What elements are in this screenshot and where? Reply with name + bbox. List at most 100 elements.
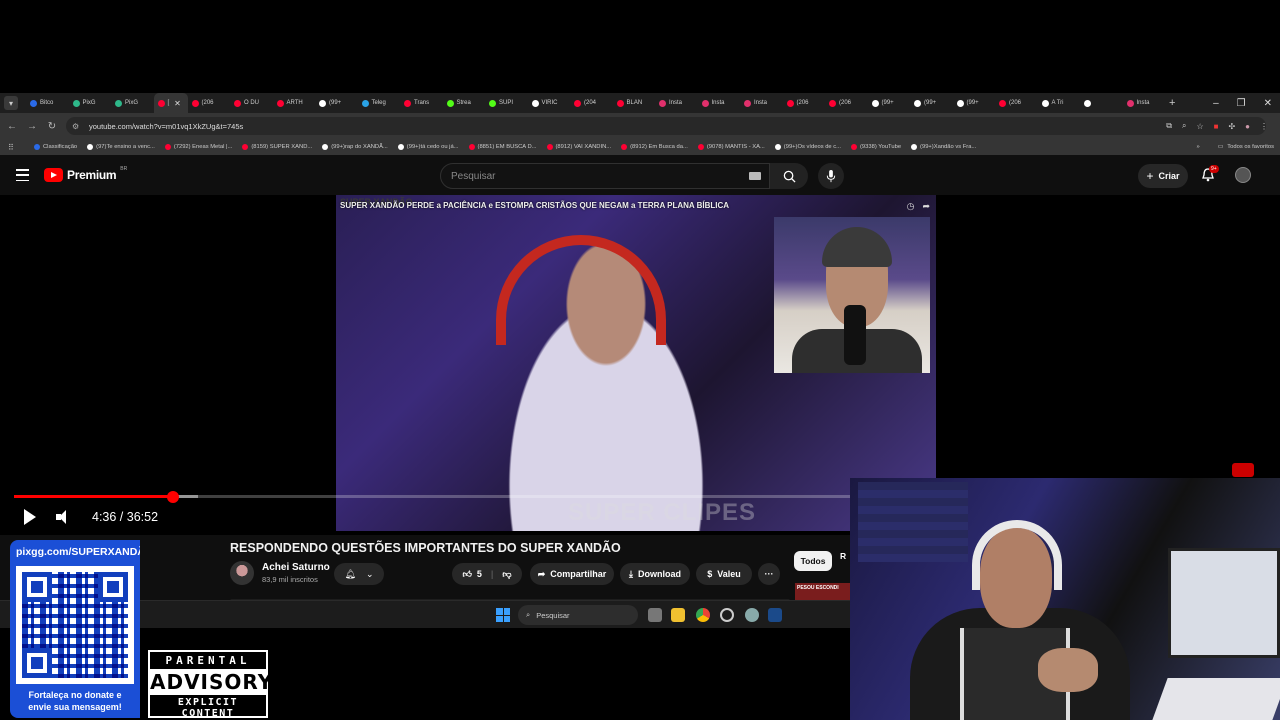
- steam-icon[interactable]: [768, 608, 782, 622]
- bookmark-item[interactable]: (99+)rap do XANDÃ...: [322, 144, 388, 150]
- menu-hamburger-icon[interactable]: [16, 169, 29, 181]
- maximize-icon[interactable]: ❐: [1237, 98, 1246, 109]
- browser-tab[interactable]: Trans: [400, 93, 443, 113]
- url-field[interactable]: ⚙ youtube.com/watch?v=m01vq1XkZUg&t=745s: [66, 117, 1266, 135]
- star-icon[interactable]: ☆: [1196, 122, 1203, 131]
- voice-search-button[interactable]: [818, 163, 844, 189]
- youtube-logo[interactable]: Premium BR: [44, 166, 127, 182]
- progress-bar[interactable]: [14, 490, 852, 503]
- bookmark-item[interactable]: (8159) SUPER XAND...: [242, 144, 312, 150]
- search-button[interactable]: [770, 163, 808, 189]
- settings-icon[interactable]: [745, 608, 759, 622]
- download-button[interactable]: ⤓ Download: [620, 563, 690, 585]
- browser-tab[interactable]: (206: [783, 93, 826, 113]
- back-icon[interactable]: ←: [2, 121, 22, 132]
- chrome-icon[interactable]: [696, 608, 710, 622]
- minimize-icon[interactable]: –: [1213, 98, 1219, 109]
- browser-tab[interactable]: A Tri: [1038, 93, 1081, 113]
- keyboard-icon[interactable]: [749, 172, 761, 180]
- browser-tab[interactable]: [1080, 93, 1123, 113]
- browser-tab[interactable]: (206: [995, 93, 1038, 113]
- channel-avatar[interactable]: [230, 561, 254, 585]
- apps-icon[interactable]: ⠿: [8, 143, 22, 152]
- forward-icon[interactable]: →: [22, 121, 42, 132]
- volume-icon[interactable]: [56, 510, 72, 524]
- bookmark-item[interactable]: (99+)Os vídeos de c...: [774, 144, 841, 150]
- close-window-icon[interactable]: ✕: [1264, 98, 1272, 109]
- bookmark-item[interactable]: (8912) VAI XANDIN...: [546, 144, 611, 150]
- browser-tab[interactable]: (206: [188, 93, 231, 113]
- search-input[interactable]: Pesquisar: [440, 163, 770, 189]
- all-bookmarks[interactable]: » ▭ Todos os favoritos: [1197, 139, 1274, 155]
- taskbar-search[interactable]: ⌕ Pesquisar: [518, 605, 638, 625]
- site-info-icon[interactable]: ⚙: [72, 122, 81, 131]
- browser-tab[interactable]: Insta: [655, 93, 698, 113]
- browser-tab[interactable]: (206: [825, 93, 868, 113]
- browser-tab[interactable]: Teleg: [358, 93, 401, 113]
- browser-tab[interactable]: Strea: [443, 93, 486, 113]
- bookmark-item[interactable]: (9338) YouTube: [851, 144, 901, 150]
- reload-icon[interactable]: ↻: [42, 121, 62, 132]
- browser-tab[interactable]: PixG: [69, 93, 112, 113]
- browser-tab[interactable]: SUPI: [485, 93, 528, 113]
- browser-tab[interactable]: [✕: [153, 93, 188, 113]
- app-icon[interactable]: [720, 608, 734, 622]
- windows-start-icon[interactable]: [496, 608, 510, 622]
- watch-later-icon[interactable]: ◷: [907, 201, 915, 212]
- browser-tab[interactable]: Bitco: [26, 93, 69, 113]
- browser-tab[interactable]: (99+: [868, 93, 911, 113]
- browser-tab[interactable]: Insta: [698, 93, 741, 113]
- account-avatar[interactable]: [1235, 167, 1251, 183]
- browser-tab[interactable]: (99+: [910, 93, 953, 113]
- bookmark-item[interactable]: (99+)tá cedo ou já...: [397, 144, 459, 150]
- plus-icon: +: [1146, 169, 1154, 183]
- video-frame[interactable]: SUPER XANDÃO SUPER XANDÃO PERDE a PACIÊN…: [336, 195, 936, 531]
- tab-favicon-icon: [361, 99, 369, 107]
- tab-search-icon[interactable]: ▾: [4, 96, 18, 110]
- zoom-icon[interactable]: ⌕: [1182, 121, 1186, 131]
- tab-close-icon[interactable]: ✕: [174, 99, 181, 108]
- extensions-icon[interactable]: ✣: [1228, 122, 1235, 131]
- share-button[interactable]: ➦ Compartilhar: [530, 563, 614, 585]
- thumbs-down-icon[interactable]: 👎︎: [502, 569, 511, 580]
- tab-label: Bitco: [40, 100, 54, 106]
- browser-tab[interactable]: (99+: [315, 93, 358, 113]
- new-tab-icon[interactable]: +: [1169, 97, 1175, 109]
- install-icon[interactable]: ⧉: [1166, 121, 1172, 131]
- browser-tab[interactable]: Insta: [740, 93, 783, 113]
- share-arrow-icon[interactable]: ➦: [922, 201, 930, 212]
- like-button[interactable]: 👍︎ 5 | 👎︎: [452, 563, 522, 585]
- bookmark-item[interactable]: (99+)Xandão vs Fra...: [911, 144, 976, 150]
- browser-tab[interactable]: PixG: [111, 93, 154, 113]
- progress-scrubber[interactable]: [167, 490, 180, 503]
- play-icon[interactable]: [24, 509, 36, 525]
- bookmark-label: (99+)Os vídeos de c...: [783, 144, 841, 150]
- bookmark-item[interactable]: (9078) MANTIS - XA...: [697, 144, 765, 150]
- menu-icon[interactable]: ⋮: [1260, 122, 1268, 131]
- task-view-icon[interactable]: [648, 608, 662, 622]
- browser-tab[interactable]: (204: [570, 93, 613, 113]
- chip-all[interactable]: Todos: [794, 551, 832, 571]
- more-bookmarks-icon[interactable]: »: [1197, 144, 1200, 150]
- profile-icon[interactable]: ●: [1245, 122, 1250, 131]
- browser-tab[interactable]: O DU: [230, 93, 273, 113]
- file-explorer-icon[interactable]: [671, 608, 685, 622]
- bookmark-item[interactable]: Classificação: [34, 144, 77, 150]
- create-button[interactable]: + Criar: [1138, 164, 1188, 188]
- browser-tab[interactable]: (99+: [953, 93, 996, 113]
- more-actions-icon[interactable]: ···: [758, 563, 780, 585]
- extension-red-icon[interactable]: ■: [1214, 122, 1219, 131]
- bookmark-item[interactable]: (7292) Eneas Metal |...: [164, 144, 232, 150]
- channel-name[interactable]: Achei Saturno: [262, 562, 330, 573]
- browser-tab[interactable]: Insta: [1123, 93, 1166, 113]
- subscription-bell-button[interactable]: 🔔︎ ⌄: [334, 563, 384, 585]
- chip-next[interactable]: R: [840, 551, 846, 561]
- bookmark-item[interactable]: (8912) Em Busca da...: [621, 144, 688, 150]
- browser-tab[interactable]: VIRIC: [528, 93, 571, 113]
- bookmark-item[interactable]: (8851) EM BUSCA D...: [468, 144, 537, 150]
- bookmark-item[interactable]: (97)Te ensino a venc...: [87, 144, 155, 150]
- browser-tab[interactable]: BLAN: [613, 93, 656, 113]
- thanks-button[interactable]: $ Valeu: [696, 563, 752, 585]
- browser-tab[interactable]: ARTH: [273, 93, 316, 113]
- tab-label: BLAN: [626, 100, 643, 106]
